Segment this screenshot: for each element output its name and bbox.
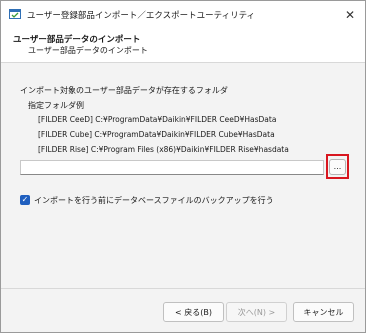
back-button[interactable]: < 戻る(B) [163, 302, 224, 322]
wizard-body: インポート対象のユーザー部品データが存在するフォルダ 指定フォルダ例 [FILD… [1, 63, 365, 288]
wizard-footer: < 戻る(B) 次へ(N) > キャンセル [1, 288, 365, 332]
wizard-header: ユーザー部品データのインポート ユーザー部品データのインポート [1, 28, 365, 63]
example-path-rise: [FILDER Rise] C:¥Program Files (x86)¥Dai… [38, 145, 289, 154]
app-icon [9, 8, 21, 20]
browse-button[interactable]: ... [329, 159, 346, 175]
page-title: ユーザー部品データのインポート [13, 35, 141, 45]
close-icon[interactable]: ✕ [335, 1, 365, 28]
example-path-ceed: [FILDER CeeD] C:¥ProgramData¥Daikin¥FILD… [38, 115, 277, 124]
title-bar: ユーザー登録部品インポート／エクスポートユーティリティ ✕ [1, 1, 365, 28]
page-subtitle: ユーザー部品データのインポート [28, 46, 148, 55]
example-path-cube: [FILDER Cube] C:¥ProgramData¥Daikin¥FILD… [38, 130, 275, 139]
window-title: ユーザー登録部品インポート／エクスポートユーティリティ [27, 11, 256, 21]
backup-checkbox-label[interactable]: インポートを行う前にデータベースファイルのバックアップを行う [34, 195, 274, 206]
backup-checkbox[interactable]: ✓ [20, 195, 30, 205]
cancel-button[interactable]: キャンセル [293, 302, 354, 322]
folder-label: インポート対象のユーザー部品データが存在するフォルダ [20, 86, 228, 95]
folder-path-input[interactable] [20, 160, 324, 175]
dialog-window: ユーザー登録部品インポート／エクスポートユーティリティ ✕ ユーザー部品データの… [0, 0, 366, 333]
next-button[interactable]: 次へ(N) > [226, 302, 287, 322]
example-heading: 指定フォルダ例 [28, 101, 84, 110]
